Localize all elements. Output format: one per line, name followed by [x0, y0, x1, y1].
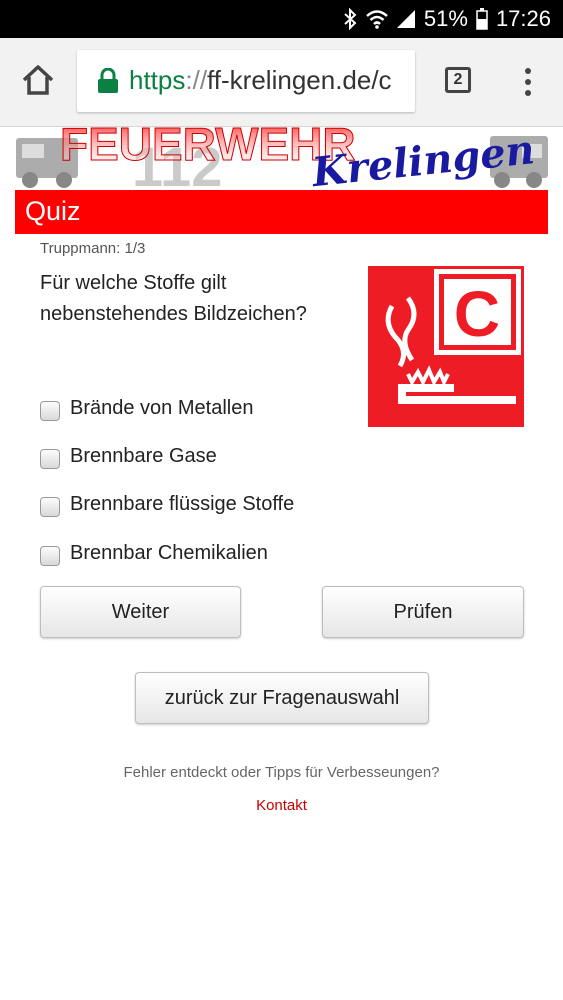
answer-label: Brände von Metallen: [70, 396, 254, 419]
sign-letter: C: [454, 278, 500, 350]
answer-checkbox[interactable]: [40, 401, 60, 421]
menu-icon[interactable]: [522, 66, 534, 100]
answer-option[interactable]: Brennbare flüssige Stoffe: [40, 488, 294, 520]
answer-label: Brennbare Gase: [70, 444, 217, 467]
check-button[interactable]: Prüfen: [322, 586, 524, 638]
answer-label: Brennbar Chemikalien: [70, 541, 268, 564]
answer-option[interactable]: Brände von Metallen: [40, 392, 253, 424]
question-text: Für welche Stoffe gilt nebenstehendes Bi…: [40, 272, 307, 325]
site-banner: 112 FEUERWEHR Krelingen: [12, 126, 552, 190]
answer-checkbox[interactable]: [40, 449, 60, 469]
section-title: Quiz: [25, 196, 81, 226]
contact-link[interactable]: Kontakt: [0, 797, 563, 814]
home-icon[interactable]: [18, 60, 58, 100]
banner-image: 112 FEUERWEHR Krelingen: [16, 126, 548, 190]
section-header: Quiz: [15, 190, 548, 234]
status-bar: 51% 17:26: [0, 0, 563, 38]
lock-icon: [98, 68, 118, 93]
url-scheme: https: [129, 65, 186, 95]
next-button[interactable]: Weiter: [40, 586, 241, 638]
clock: 17:26: [495, 6, 551, 31]
answer-checkbox[interactable]: [40, 497, 60, 517]
fire-class-sign-image: C: [368, 266, 524, 427]
answer-option[interactable]: Brennbar Chemikalien: [40, 537, 268, 569]
url-text: https://ff-krelingen.de/c: [129, 65, 392, 96]
answer-option[interactable]: Brennbare Gase: [40, 440, 217, 472]
browser-toolbar: https://ff-krelingen.de/c 2: [0, 38, 563, 127]
battery-icon: [476, 8, 488, 30]
signal-icon: [396, 10, 415, 28]
status-icons: 51% 17:26: [342, 0, 551, 38]
progress-text: Truppmann: 1/3: [40, 240, 146, 257]
answer-label: Brennbare flüssige Stoffe: [70, 492, 295, 515]
answer-checkbox[interactable]: [40, 546, 60, 566]
url-separator: ://: [185, 65, 208, 95]
bluetooth-icon: [344, 8, 357, 30]
address-bar[interactable]: https://ff-krelingen.de/c: [77, 50, 415, 112]
wifi-icon: [366, 10, 388, 29]
feedback-note: Fehler entdeckt oder Tipps für Verbesseu…: [123, 764, 440, 781]
back-to-questions-button[interactable]: zurück zur Fragenauswahl: [135, 672, 429, 724]
url-host: ff-krelingen.de/c: [207, 65, 392, 95]
battery-percent: 51%: [423, 6, 468, 31]
tabs-icon[interactable]: 2: [445, 67, 471, 93]
